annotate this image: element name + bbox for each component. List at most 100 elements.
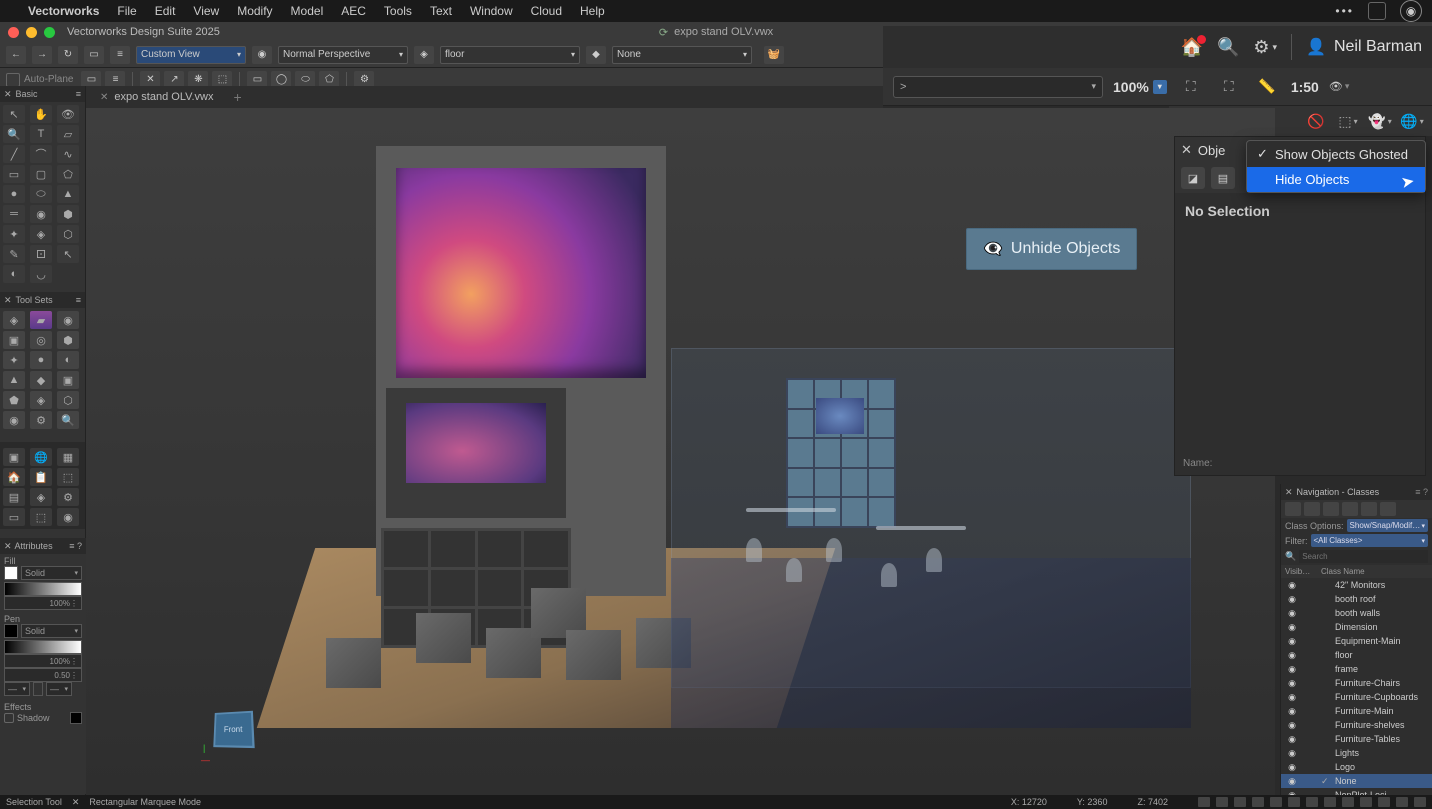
app-name[interactable]: Vectorworks bbox=[28, 4, 99, 18]
ts-tool-8[interactable]: ● bbox=[30, 351, 52, 369]
pen-weight[interactable]: 0.50 ⋮ bbox=[4, 668, 82, 682]
clip-tool[interactable]: ◐ bbox=[3, 265, 25, 283]
util-5[interactable]: 📋 bbox=[30, 468, 52, 486]
palette-menu-icon[interactable]: ≡ bbox=[76, 295, 81, 305]
nav-tab-3[interactable] bbox=[1323, 502, 1339, 516]
vis-dropdown[interactable]: 👁 bbox=[1329, 80, 1350, 93]
layer-dropdown[interactable]: floor bbox=[440, 46, 580, 64]
ghost-dropdown[interactable]: 👻 bbox=[1368, 110, 1392, 132]
line-style-dd[interactable]: — bbox=[4, 682, 30, 696]
snap-12[interactable] bbox=[1396, 797, 1408, 807]
menu-edit[interactable]: Edit bbox=[155, 4, 176, 18]
close-icon[interactable]: ✕ bbox=[4, 89, 12, 100]
layers-icon[interactable]: ≡ bbox=[110, 46, 130, 64]
nav-menu-icon[interactable]: ≡ ? bbox=[1415, 487, 1428, 497]
class-row[interactable]: ◉floor bbox=[1281, 648, 1432, 662]
fill-gradient[interactable] bbox=[4, 582, 82, 596]
util-3[interactable]: ▦ bbox=[57, 448, 79, 466]
regular-poly-tool[interactable]: ▲ bbox=[57, 185, 79, 203]
class-icon[interactable]: ◆ bbox=[586, 46, 606, 64]
close-icon[interactable]: ✕ bbox=[1181, 142, 1192, 158]
crop-dropdown[interactable]: ⬚ bbox=[1336, 110, 1360, 132]
zoom-tool[interactable]: 🔍 bbox=[3, 125, 25, 143]
snap-1[interactable] bbox=[1198, 797, 1210, 807]
col-classname[interactable]: Class Name bbox=[1321, 567, 1428, 576]
shape-tab[interactable]: ◪ bbox=[1181, 167, 1205, 189]
class-dropdown[interactable]: None bbox=[612, 46, 752, 64]
data-tab[interactable]: ▤ bbox=[1211, 167, 1235, 189]
zoom-control[interactable]: 100% ▾ bbox=[1113, 79, 1167, 95]
snap-5[interactable] bbox=[1270, 797, 1282, 807]
fillet-tool[interactable]: ◡ bbox=[30, 265, 52, 283]
oval-tool[interactable]: ⬭ bbox=[30, 185, 52, 203]
class-row[interactable]: ◉frame bbox=[1281, 662, 1432, 676]
visibility-toggle[interactable]: ◉ bbox=[1285, 650, 1299, 661]
attributes-header[interactable]: ✕ Attributes ≡ ? bbox=[0, 538, 86, 554]
visibility-toggle[interactable]: ◉ bbox=[1285, 594, 1299, 605]
save-view-button[interactable]: ▭ bbox=[84, 46, 104, 64]
back-button[interactable]: ← bbox=[6, 46, 26, 64]
menu-view[interactable]: View bbox=[193, 4, 219, 18]
history-button[interactable]: ↻ bbox=[58, 46, 78, 64]
fit-objects-button[interactable]: ⛶ bbox=[1215, 76, 1243, 98]
fill-opacity[interactable]: 100% ⋮ bbox=[4, 596, 82, 610]
snap-10[interactable] bbox=[1360, 797, 1372, 807]
2d-poly-tool[interactable]: ⬢ bbox=[57, 205, 79, 223]
ts-tool-7[interactable]: ✦ bbox=[3, 351, 25, 369]
util-4[interactable]: 🏠 bbox=[3, 468, 25, 486]
circle-tool[interactable]: ● bbox=[3, 185, 25, 203]
maximize-window-button[interactable] bbox=[44, 27, 55, 38]
snap-4[interactable] bbox=[1252, 797, 1264, 807]
ts-tool-5[interactable]: ◎ bbox=[30, 331, 52, 349]
visibility-toggle[interactable]: ◉ bbox=[1285, 748, 1299, 759]
util-2[interactable]: 🌐 bbox=[30, 448, 52, 466]
ts-tool-2[interactable]: ▰ bbox=[30, 311, 52, 329]
col-visibility[interactable]: Visib… bbox=[1285, 567, 1309, 576]
class-row[interactable]: ◉42" Monitors bbox=[1281, 578, 1432, 592]
unhide-objects-button[interactable]: 👁‍🗨 Unhide Objects bbox=[966, 228, 1137, 270]
visibility-toggle[interactable]: ◉ bbox=[1285, 762, 1299, 773]
layer-icon[interactable]: ◈ bbox=[414, 46, 434, 64]
text-tool[interactable]: T bbox=[30, 125, 52, 143]
util-8[interactable]: ◈ bbox=[30, 488, 52, 506]
util-6[interactable]: ⬚ bbox=[57, 468, 79, 486]
pen-gradient[interactable] bbox=[4, 640, 82, 654]
snap-8[interactable] bbox=[1324, 797, 1336, 807]
line-tool[interactable]: ╱ bbox=[3, 145, 25, 163]
util-9[interactable]: ⚙ bbox=[57, 488, 79, 506]
snap-3[interactable] bbox=[1234, 797, 1246, 807]
visibility-toggle[interactable]: ◉ bbox=[1285, 706, 1299, 717]
freehand-tool[interactable]: ∿ bbox=[57, 145, 79, 163]
pan-tool[interactable]: ✋ bbox=[30, 105, 52, 123]
nav-tab-6[interactable] bbox=[1380, 502, 1396, 516]
axis-cube[interactable]: Front bbox=[213, 711, 254, 748]
visibility-toggle[interactable]: ◉ bbox=[1285, 664, 1299, 675]
close-icon[interactable]: ✕ bbox=[4, 541, 12, 552]
menu-tools[interactable]: Tools bbox=[384, 4, 412, 18]
symbol-tool[interactable]: ⬡ bbox=[57, 225, 79, 243]
menubar-control-icon[interactable] bbox=[1368, 2, 1386, 20]
close-icon[interactable]: ✕ bbox=[4, 295, 12, 306]
snap-2[interactable] bbox=[1216, 797, 1228, 807]
hide-objects-item[interactable]: Hide Objects bbox=[1247, 167, 1425, 192]
menu-modify[interactable]: Modify bbox=[237, 4, 272, 18]
shadow-swatch[interactable] bbox=[70, 712, 82, 724]
arc-tool[interactable]: ⌒ bbox=[30, 145, 52, 163]
search-button[interactable]: 🔍 bbox=[1217, 37, 1239, 58]
class-row[interactable]: ◉Lights bbox=[1281, 746, 1432, 760]
util-7[interactable]: ▤ bbox=[3, 488, 25, 506]
visibility-toggle[interactable]: ◉ bbox=[1285, 608, 1299, 619]
toolsets-header[interactable]: ✕ Tool Sets ≡ bbox=[0, 292, 85, 308]
nav-tab-5[interactable] bbox=[1361, 502, 1377, 516]
show-ghosted-item[interactable]: Show Objects Ghosted bbox=[1247, 141, 1425, 167]
eyedropper-tool[interactable]: ✎ bbox=[3, 245, 25, 263]
fill-mode-dropdown[interactable]: Solid bbox=[21, 566, 82, 580]
ts-tool-14[interactable]: ◈ bbox=[30, 391, 52, 409]
basket-icon[interactable]: 🧺 bbox=[764, 46, 784, 64]
class-row[interactable]: ◉Furniture-Cupboards bbox=[1281, 690, 1432, 704]
util-12[interactable]: ◉ bbox=[57, 508, 79, 526]
util-11[interactable]: ⬚ bbox=[30, 508, 52, 526]
nav-tab-1[interactable] bbox=[1285, 502, 1301, 516]
basic-palette-header[interactable]: ✕ Basic ≡ bbox=[0, 86, 85, 102]
snap-11[interactable] bbox=[1378, 797, 1390, 807]
